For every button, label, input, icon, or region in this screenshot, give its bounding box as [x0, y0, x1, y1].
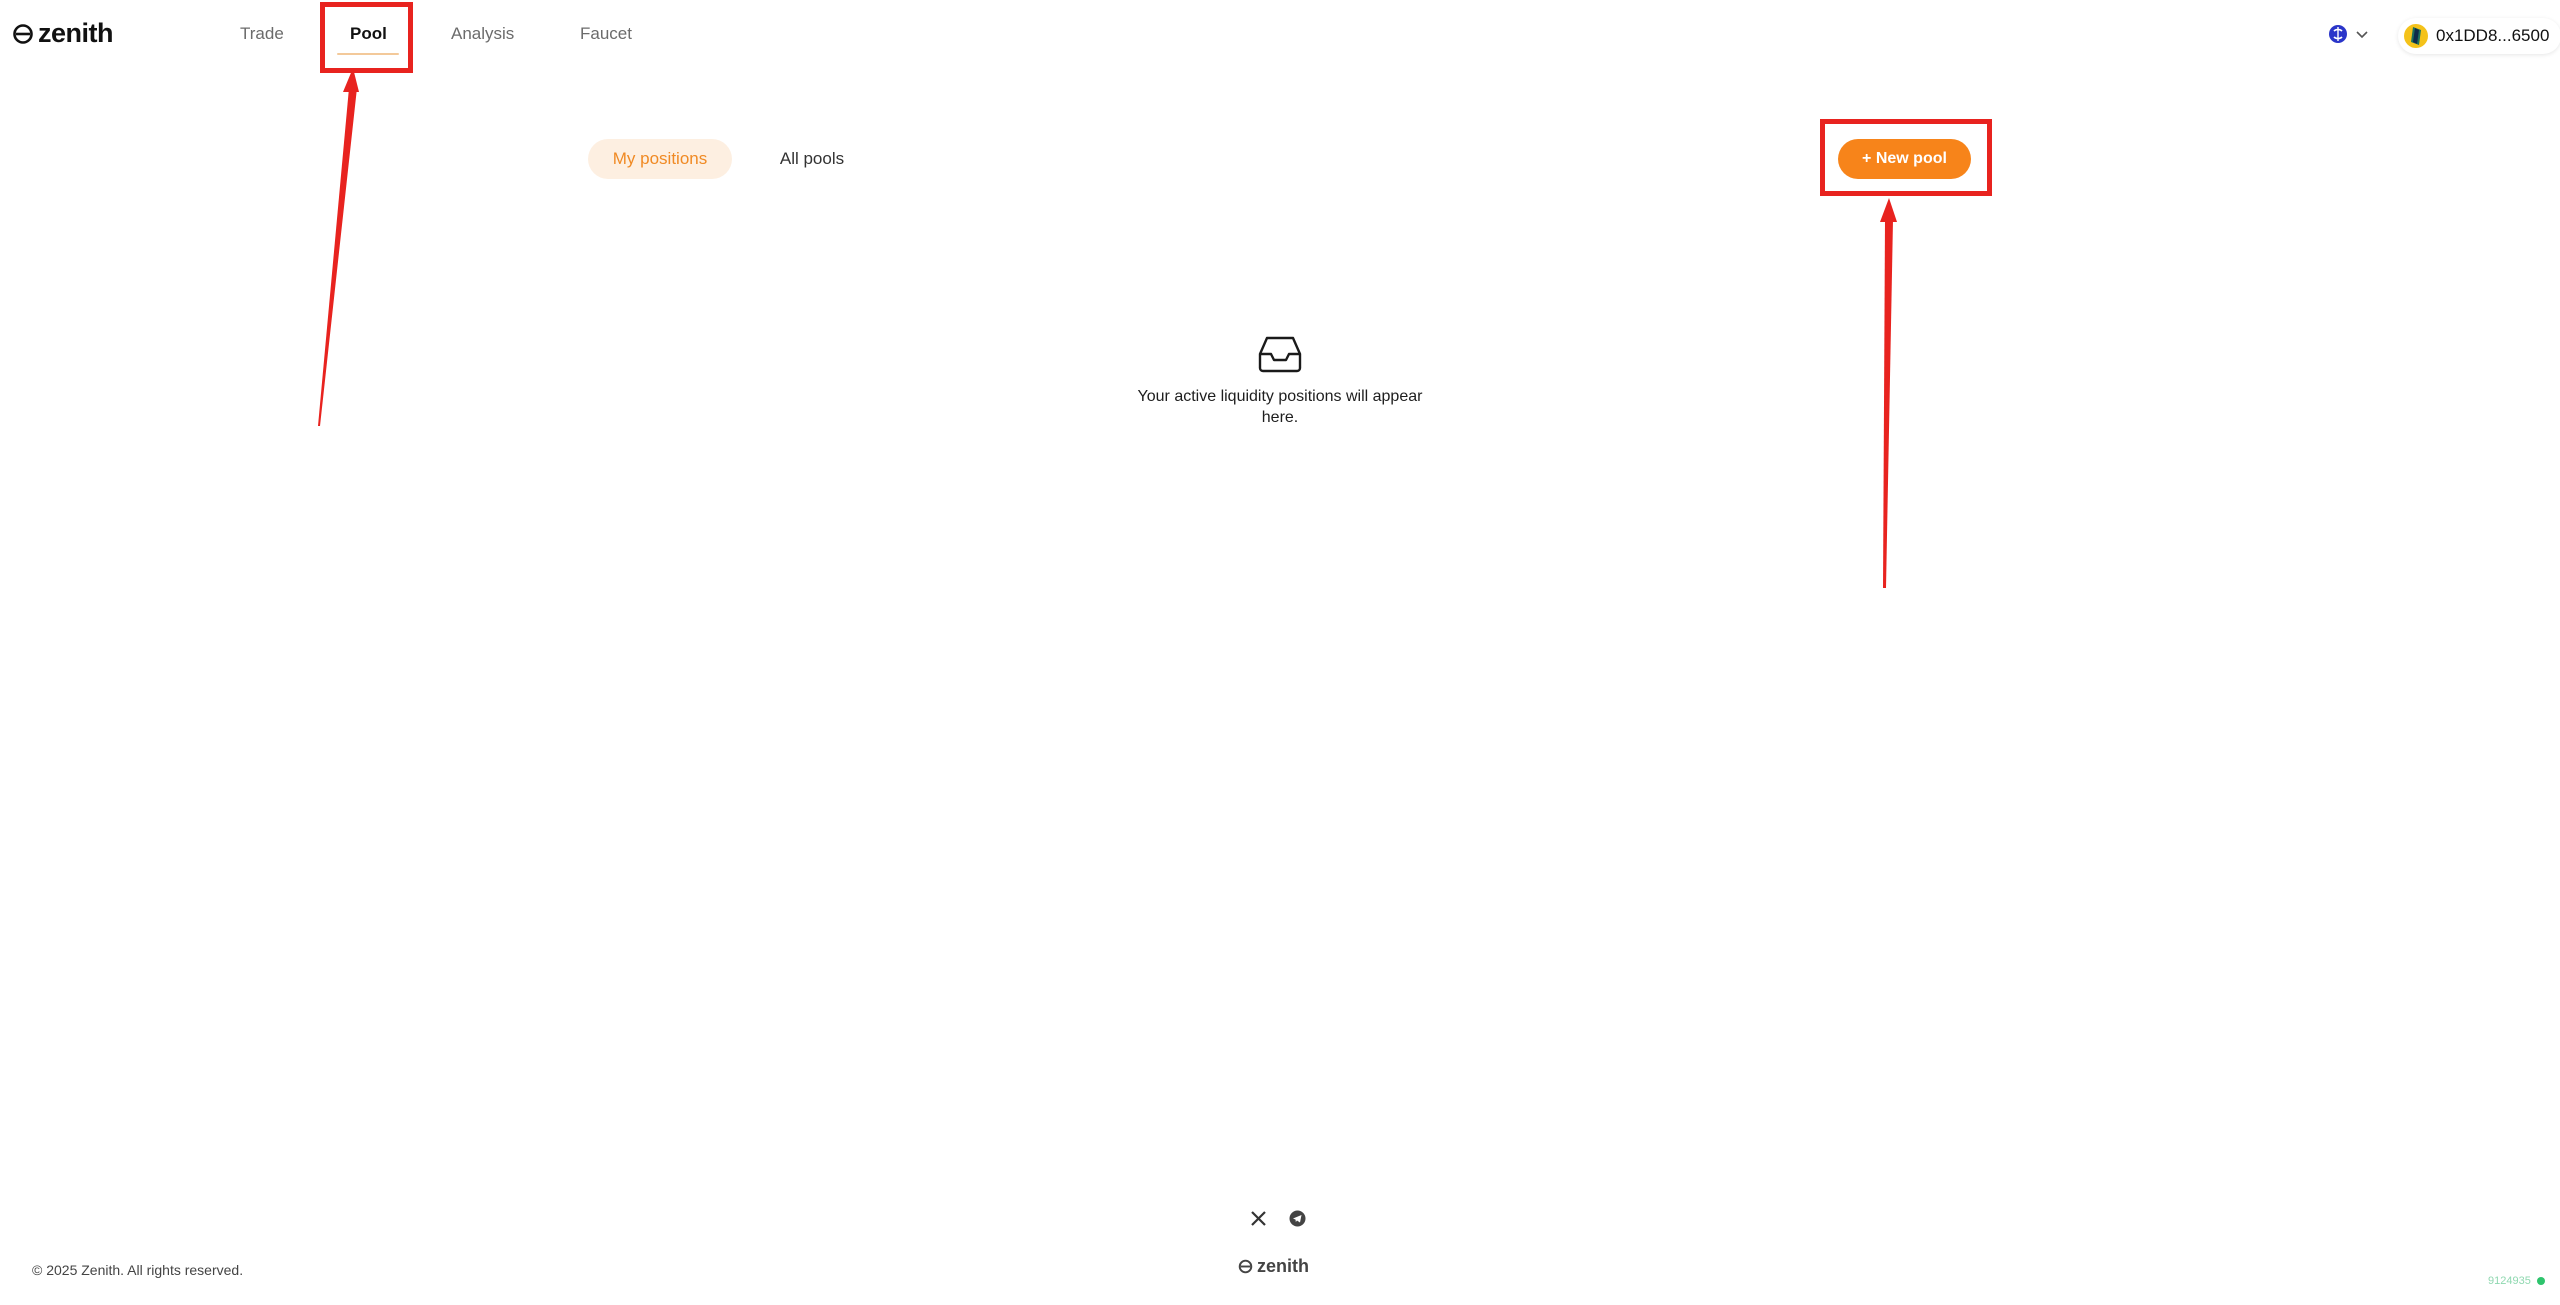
active-nav-indicator [337, 53, 399, 55]
inbox-icon [1258, 336, 1302, 373]
tab-all-pools[interactable]: All pools [776, 139, 848, 179]
top-header: zenith Trade Pool Analysis Faucet 0x1DD8… [0, 0, 2560, 72]
new-pool-button[interactable]: + New pool [1838, 139, 1971, 179]
wallet-address: 0x1DD8...6500 [2436, 26, 2550, 45]
zenith-logo-icon [13, 23, 33, 44]
social-links [1250, 1210, 1306, 1227]
brand-name: zenith [38, 18, 114, 48]
empty-state: Your active liquidity positions will app… [1120, 334, 1440, 428]
copyright-text: © 2025 Zenith. All rights reserved. [32, 1262, 244, 1278]
status-dot [2536, 1277, 2545, 1285]
footer-brand[interactable]: zenith [1238, 1256, 1309, 1277]
nav-analysis[interactable]: Analysis [451, 24, 514, 44]
build-status: 9124935 [2488, 1275, 2545, 1287]
globe-icon [2329, 25, 2347, 43]
empty-state-message: Your active liquidity positions will app… [1137, 388, 1423, 426]
brand-logo[interactable]: zenith [12, 18, 114, 49]
annotation-arrowhead-new-pool [1880, 198, 1897, 222]
annotation-arrow-pool [318, 88, 357, 426]
tab-my-positions[interactable]: My positions [588, 139, 732, 179]
annotation-arrow-new-pool [1883, 220, 1893, 588]
footer-brand-name: zenith [1257, 1256, 1309, 1276]
nav-pool[interactable]: Pool [350, 24, 387, 44]
chevron-down-icon [2356, 31, 2368, 39]
wallet-button[interactable]: 0x1DD8...6500 [2398, 18, 2560, 54]
nav-faucet[interactable]: Faucet [580, 24, 632, 44]
language-selector[interactable] [2328, 24, 2370, 44]
annotation-arrows [318, 68, 1897, 588]
zenith-logo-icon [1238, 1259, 1253, 1274]
nav-trade[interactable]: Trade [240, 24, 284, 44]
telegram-icon[interactable] [1289, 1210, 1306, 1227]
build-number: 9124935 [2488, 1275, 2531, 1287]
x-icon[interactable] [1250, 1210, 1267, 1227]
wallet-avatar-icon [2404, 24, 2428, 48]
